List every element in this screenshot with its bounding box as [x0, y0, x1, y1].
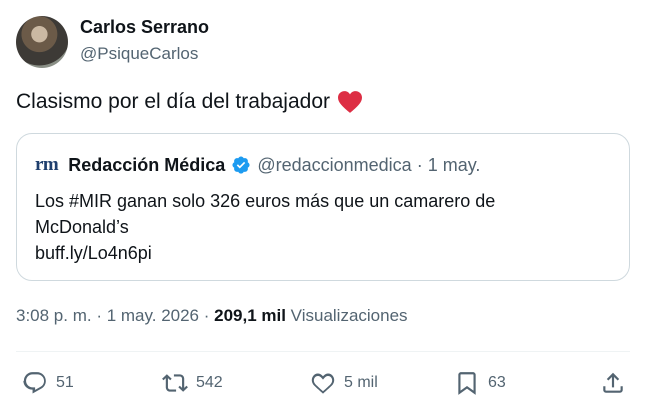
quoted-avatar-logo[interactable]: rm — [35, 154, 59, 176]
retweet-icon — [162, 374, 188, 392]
author-handle[interactable]: @PsiqueCarlos — [80, 44, 198, 64]
quoted-link[interactable]: buff.ly/Lo4n6pi — [35, 240, 615, 266]
quoted-tweet-header: rm Redacción Médica @redaccionmedica · 1… — [35, 154, 480, 176]
quoted-separator: · — [416, 154, 423, 175]
quoted-text-line-1: Los #MIR ganan solo 326 euros más que un… — [35, 191, 496, 211]
divider — [16, 351, 630, 352]
retweet-count: 542 — [196, 374, 223, 391]
like-button[interactable]: 5 mil — [310, 370, 378, 396]
tweet-meta: 3:08 p. m. · 1 may. 2026 · 209,1 mil Vis… — [16, 306, 408, 326]
quoted-date[interactable]: 1 may. — [428, 155, 481, 176]
reply-button[interactable]: 51 — [22, 370, 74, 396]
views-label[interactable]: Visualizaciones — [286, 306, 408, 325]
tweet-date[interactable]: 1 may. 2026 — [107, 306, 199, 325]
share-button[interactable] — [600, 370, 634, 396]
tweet-text: Clasismo por el día del trabajador — [16, 90, 364, 114]
bookmark-button[interactable]: 63 — [454, 370, 506, 396]
retweet-button[interactable]: 542 — [162, 370, 223, 396]
bookmark-count: 63 — [488, 374, 506, 391]
author-name[interactable]: Carlos Serrano — [80, 17, 209, 38]
quoted-tweet-body: Los #MIR ganan solo 326 euros más que un… — [35, 188, 615, 266]
like-count: 5 mil — [344, 374, 378, 391]
quoted-author-name[interactable]: Redacción Médica — [68, 155, 225, 176]
meta-separator: · — [91, 306, 107, 325]
meta-separator: · — [199, 306, 215, 325]
share-icon — [603, 372, 623, 393]
reply-icon — [23, 372, 46, 394]
views-count[interactable]: 209,1 mil — [214, 306, 286, 325]
quoted-author-handle[interactable]: @redaccionmedica — [257, 155, 411, 176]
quoted-text-line-2: McDonald’s — [35, 217, 129, 237]
reply-count: 51 — [56, 374, 74, 391]
verified-badge-icon — [232, 156, 250, 174]
red-heart-icon — [338, 91, 362, 113]
avatar[interactable] — [16, 16, 68, 68]
tweet-time[interactable]: 3:08 p. m. — [16, 306, 92, 325]
heart-icon — [311, 373, 335, 394]
bookmark-icon — [458, 372, 476, 395]
quoted-tweet[interactable]: rm Redacción Médica @redaccionmedica · 1… — [16, 133, 630, 281]
tweet-text-content: Clasismo por el día del trabajador — [16, 90, 330, 113]
